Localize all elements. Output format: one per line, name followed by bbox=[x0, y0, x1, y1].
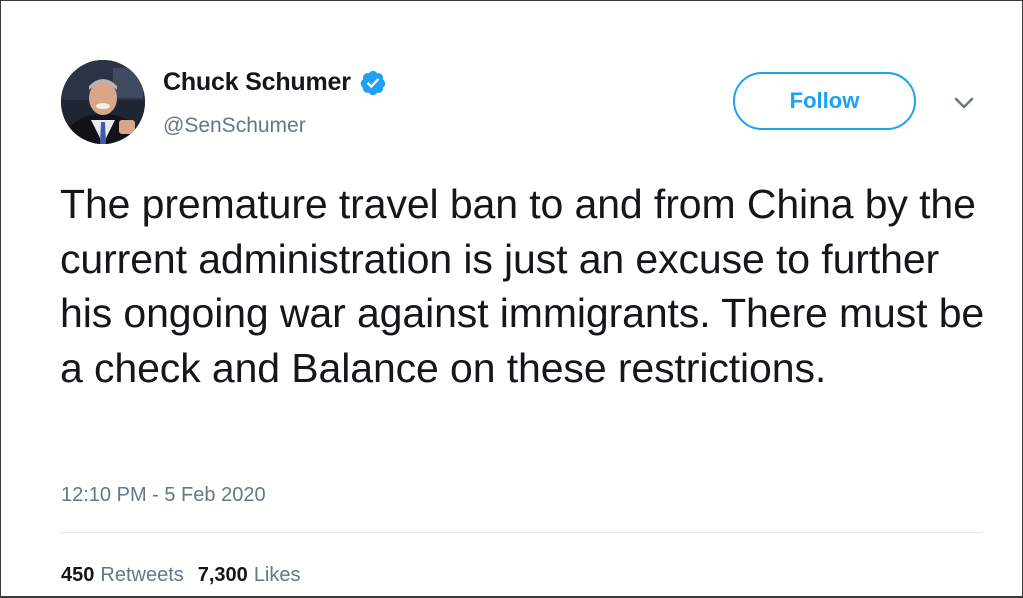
tweet-text: The premature travel ban to and from Chi… bbox=[60, 181, 985, 391]
tweet-stats: 450 Retweets 7,300 Likes bbox=[61, 564, 315, 587]
retweets-count: 450 bbox=[61, 564, 95, 586]
divider bbox=[60, 532, 982, 533]
avatar[interactable] bbox=[61, 60, 145, 144]
likes-stat[interactable]: 7,300 Likes bbox=[198, 564, 301, 587]
follow-button[interactable]: Follow bbox=[733, 72, 916, 130]
likes-label: Likes bbox=[253, 564, 301, 586]
tweet-timestamp[interactable]: 12:10 PM - 5 Feb 2020 bbox=[61, 484, 266, 507]
verified-badge-icon bbox=[360, 70, 385, 95]
author-display-name[interactable]: Chuck Schumer bbox=[163, 68, 351, 97]
author-name-row[interactable]: Chuck Schumer bbox=[163, 68, 387, 97]
retweets-stat[interactable]: 450 Retweets bbox=[61, 564, 184, 587]
author-handle[interactable]: @SenSchumer bbox=[163, 114, 306, 138]
chevron-down-icon[interactable] bbox=[953, 95, 975, 111]
likes-count: 7,300 bbox=[197, 564, 248, 586]
avatar-image bbox=[61, 60, 145, 144]
retweets-label: Retweets bbox=[100, 564, 184, 586]
